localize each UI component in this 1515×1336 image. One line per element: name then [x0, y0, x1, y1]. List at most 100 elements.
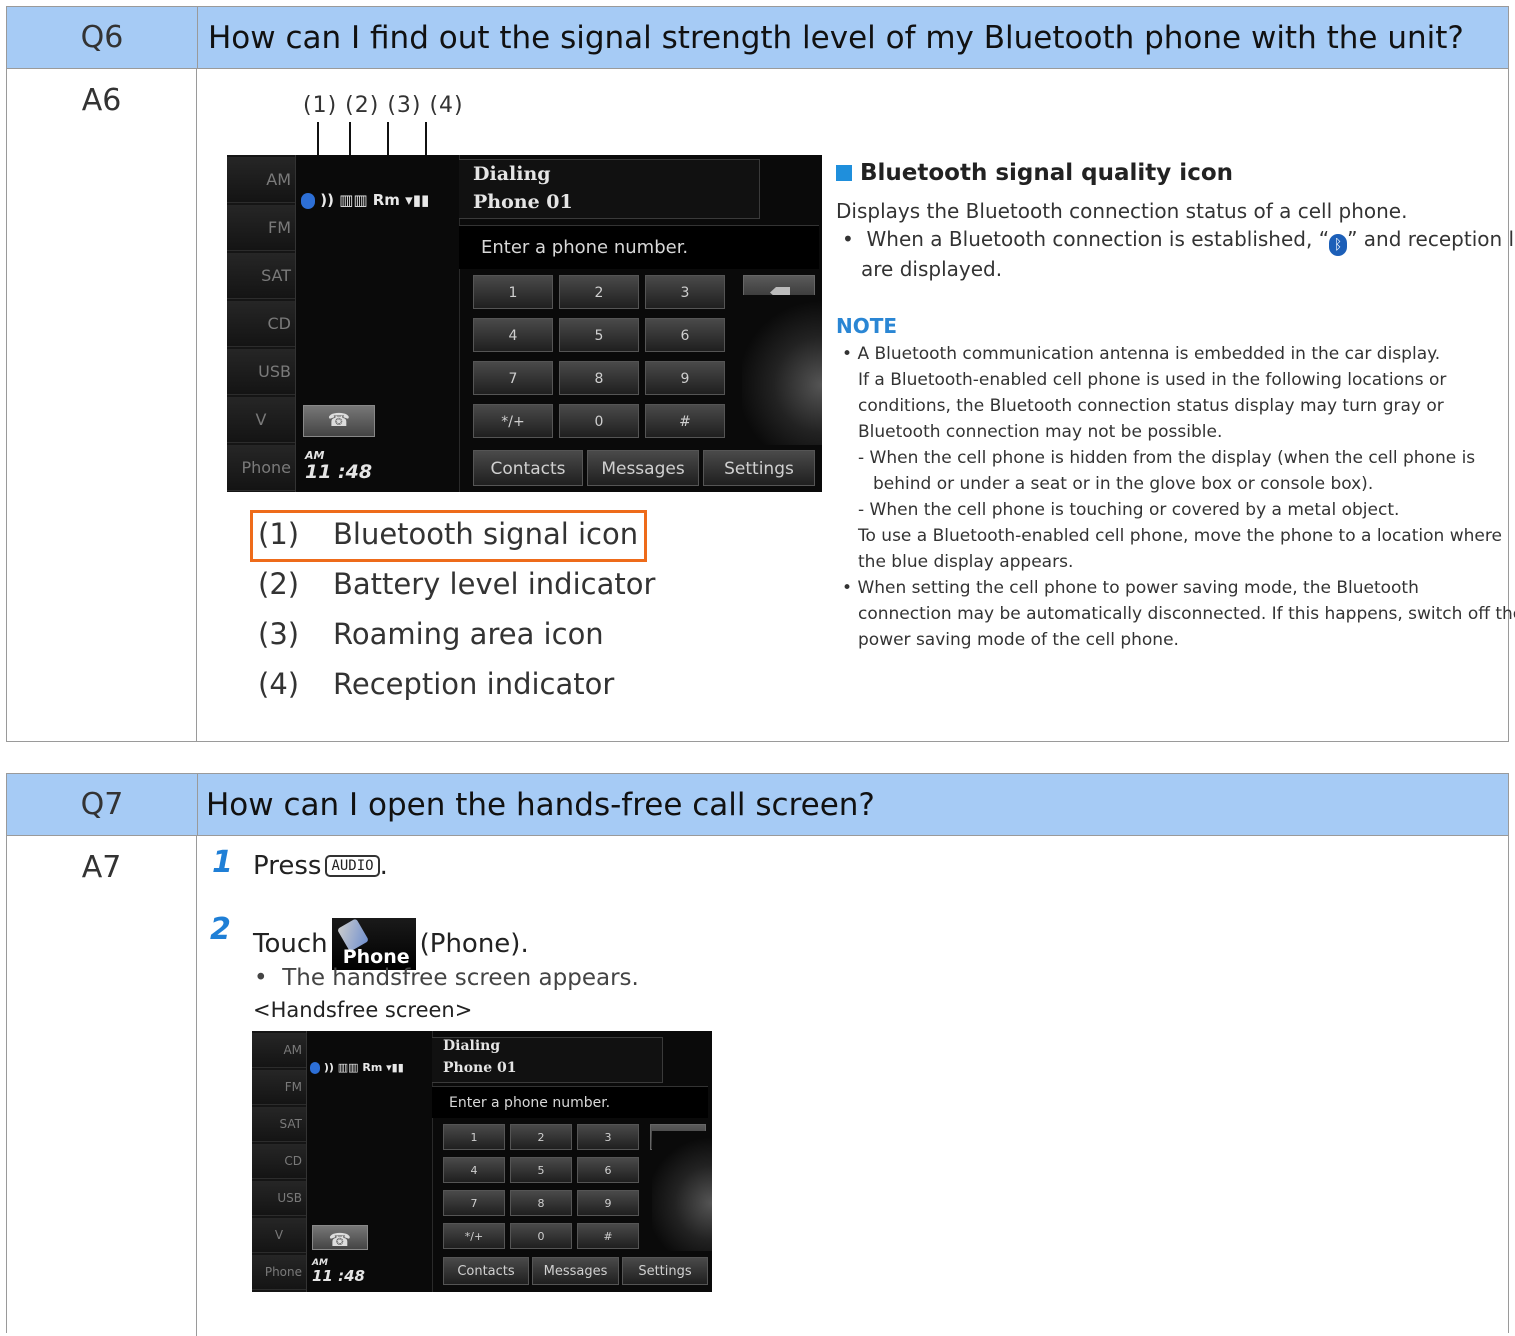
settings-key: Settings [703, 450, 815, 486]
key-9: 9 [645, 361, 725, 395]
key-0: 0 [510, 1223, 572, 1249]
clock: 11 :48 [312, 1267, 365, 1285]
heading-square-icon [836, 165, 852, 181]
handsfree-screen-image: AM FM SAT CD USB V Phone )) ▥▥ Rm ▾▮▮ Di… [252, 1031, 712, 1292]
step-2-text: Touch Phone (Phone). [253, 918, 529, 970]
source-more: V [227, 397, 295, 443]
messages-key: Messages [532, 1257, 619, 1285]
key-8: 8 [510, 1190, 572, 1216]
source-fm: FM [227, 205, 295, 251]
note-line-6: behind or under a seat or in the glove b… [873, 474, 1374, 494]
bluetooth-icon [301, 192, 315, 209]
key-1: 1 [473, 275, 553, 309]
phone-button-icon: Phone [331, 918, 416, 970]
source-phone: Phone [227, 445, 295, 491]
source-usb: USB [252, 1181, 306, 1216]
phone-number-field: Enter a phone number. [459, 225, 819, 269]
screen-glow [742, 295, 822, 445]
key-hash: # [645, 404, 725, 438]
contacts-key: Contacts [443, 1257, 529, 1285]
key-5: 5 [510, 1157, 572, 1183]
step-1-text: Press AUDIO. [253, 851, 388, 881]
note-line-10: • When setting the cell phone to power s… [842, 578, 1419, 598]
section-heading: Bluetooth signal quality icon [836, 160, 1233, 186]
key-4: 4 [473, 318, 553, 352]
phone-number-field: Enter a phone number. [432, 1086, 708, 1118]
question-header: Q6 How can I find out the signal strengt… [7, 7, 1508, 69]
answer-number: A7 [7, 836, 197, 1336]
note-title: NOTE [836, 314, 898, 338]
key-3: 3 [645, 275, 725, 309]
reception-icon: ▾▮▮ [386, 1061, 404, 1074]
contacts-key: Contacts [473, 450, 583, 486]
step-2-number: 2 [210, 912, 231, 947]
question-header: Q7 How can I open the hands-free call sc… [7, 774, 1508, 836]
source-sat: SAT [227, 253, 295, 299]
screen-title: Dialing [443, 1038, 501, 1054]
question-text: How can I find out the signal strength l… [208, 19, 1464, 56]
legend-item-4: (4) Reception indicator [258, 667, 615, 701]
screen-title: Dialing [473, 163, 551, 185]
legend-item-3: (3) Roaming area icon [258, 617, 604, 651]
source-more: V [252, 1218, 306, 1253]
roaming-icon: Rm [372, 191, 400, 209]
source-am: AM [227, 157, 295, 203]
bullet-1-cont: are displayed. [861, 257, 1003, 281]
note-line-4: Bluetooth connection may not be possible… [858, 422, 1223, 442]
answer-number: A6 [7, 69, 197, 742]
bluetooth-icon: ᛒ [1329, 234, 1348, 256]
screen-glow [652, 1131, 712, 1251]
dialing-screen-image: AM FM SAT CD USB V Phone )) ▥▥ Rm ▾▮▮ Di… [227, 155, 822, 492]
source-cd: CD [227, 301, 295, 347]
section-description: Displays the Bluetooth connection status… [836, 199, 1408, 223]
note-line-1: • A Bluetooth communication antenna is e… [842, 344, 1441, 364]
note-line-12: power saving mode of the cell phone. [858, 630, 1179, 650]
screen-subtitle: Phone 01 [473, 191, 573, 213]
key-3: 3 [577, 1124, 639, 1150]
audio-key-icon: AUDIO [325, 855, 380, 877]
key-9: 9 [577, 1190, 639, 1216]
reception-icon: ▾▮▮ [405, 191, 430, 209]
status-bar: )) ▥▥ Rm ▾▮▮ [310, 1061, 404, 1074]
callout-numbers: (1) (2) (3) (4) [303, 93, 464, 118]
note-line-8: To use a Bluetooth-enabled cell phone, m… [858, 526, 1502, 546]
status-bar: )) ▥▥ Rm ▾▮▮ [301, 191, 429, 209]
source-sidebar: AM FM SAT CD USB V Phone [227, 155, 296, 492]
source-sat: SAT [252, 1107, 306, 1142]
note-line-9: the blue display appears. [858, 552, 1074, 572]
answer-body: A7 [7, 836, 1508, 1336]
source-usb: USB [227, 349, 295, 395]
bluetooth-icon [310, 1062, 320, 1074]
source-cd: CD [252, 1144, 306, 1179]
call-button-icon [312, 1225, 368, 1256]
key-6: 6 [645, 318, 725, 352]
note-line-5: - When the cell phone is hidden from the… [858, 448, 1476, 468]
key-6: 6 [577, 1157, 639, 1183]
key-2: 2 [510, 1124, 572, 1150]
signal-waves-icon: )) ▥▥ [320, 191, 368, 209]
note-line-3: conditions, the Bluetooth connection sta… [858, 396, 1444, 416]
signal-waves-icon: )) ▥▥ [323, 1061, 359, 1074]
key-7: 7 [473, 361, 553, 395]
key-hash: # [577, 1223, 639, 1249]
key-7: 7 [443, 1190, 505, 1216]
key-8: 8 [559, 361, 639, 395]
settings-key: Settings [622, 1257, 708, 1285]
messages-key: Messages [587, 450, 699, 486]
source-phone: Phone [252, 1255, 306, 1290]
key-4: 4 [443, 1157, 505, 1183]
key-0: 0 [559, 404, 639, 438]
source-sidebar: AM FM SAT CD USB V Phone [252, 1031, 307, 1292]
bullet-1: • When a Bluetooth connection is establi… [842, 227, 1515, 256]
roaming-icon: Rm [362, 1061, 383, 1074]
note-line-11: connection may be automatically disconne… [858, 604, 1515, 624]
call-button-icon [303, 405, 375, 437]
key-star: */+ [443, 1223, 505, 1249]
step-1-number: 1 [212, 845, 233, 880]
step-2-result: • The handsfree screen appears. [254, 965, 639, 991]
key-2: 2 [559, 275, 639, 309]
source-fm: FM [252, 1070, 306, 1105]
clock: 11 :48 [305, 461, 373, 483]
note-line-2: If a Bluetooth-enabled cell phone is use… [858, 370, 1447, 390]
screen-subtitle: Phone 01 [443, 1060, 517, 1076]
